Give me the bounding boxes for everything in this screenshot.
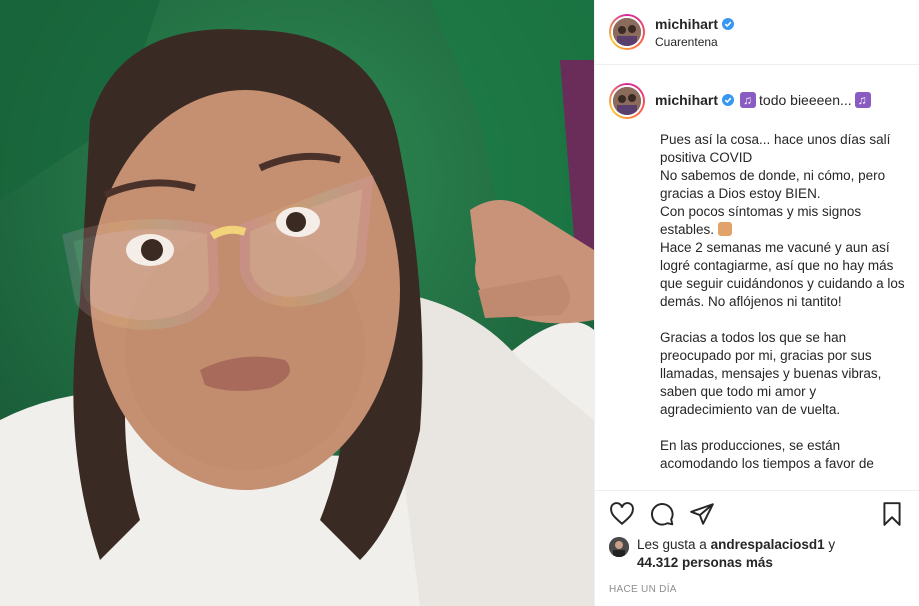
caption-text: Pues así la cosa... hace unos días salí … — [660, 131, 905, 473]
praying-hands-emoji-icon — [717, 222, 732, 236]
music-note-emoji-icon — [740, 92, 757, 108]
caption-title: todo bieeeen... — [759, 92, 852, 108]
avatar-image — [611, 85, 643, 117]
bookmark-icon — [883, 501, 901, 526]
caption-paragraph: En las producciones, se están acomodando… — [660, 437, 905, 473]
caption-line: No sabemos de donde, ni cómo, pero graci… — [660, 168, 886, 201]
comment-icon — [651, 502, 674, 526]
comments-section: michihart todo bieeeen... Pues así la co… — [595, 65, 919, 490]
caption-paragraph: Pues así la cosa... hace unos días salí … — [660, 131, 905, 311]
post-photo[interactable] — [0, 0, 594, 606]
caption-line: Hace 2 semanas me vacuné y aun así logré… — [660, 240, 905, 309]
post-header: michihart Cuarentena — [595, 0, 919, 65]
comment-button[interactable] — [649, 501, 675, 527]
caption-line: Gracias a todos los que se han preocupad… — [660, 330, 882, 417]
music-note-emoji-icon — [854, 92, 871, 108]
instagram-post: michihart Cuarentena michihart todo biee… — [0, 0, 919, 606]
location-link[interactable]: Cuarentena — [655, 35, 734, 49]
likes-summary: Les gusta a andrespalaciosd1 y 44.312 pe… — [595, 536, 919, 576]
post-side-panel: michihart Cuarentena michihart todo biee… — [594, 0, 919, 606]
caption-header: michihart todo bieeeen... — [609, 83, 905, 119]
profile-avatar[interactable] — [609, 14, 645, 50]
verified-badge-icon — [722, 17, 735, 30]
username-link[interactable]: michihart — [655, 16, 718, 32]
caption-line: En las producciones, se están acomodando… — [660, 438, 874, 471]
caption-line: Pues así la cosa... hace unos días salí … — [660, 132, 891, 165]
verified-badge-icon — [722, 94, 735, 106]
likes-conjunction: y — [828, 537, 836, 552]
action-bar — [595, 490, 919, 536]
likes-count-link[interactable]: 44.312 personas más — [637, 555, 773, 570]
likes-prefix: Les gusta a — [637, 537, 707, 552]
save-button[interactable] — [879, 501, 905, 527]
avatar-image — [611, 16, 643, 48]
caption-avatar[interactable] — [609, 83, 645, 119]
liker-avatar[interactable] — [609, 537, 629, 557]
heart-icon — [610, 501, 634, 525]
caption-username[interactable]: michihart — [655, 91, 718, 109]
post-timestamp[interactable]: HACE UN DÍA — [595, 576, 919, 606]
liker-username-link[interactable]: andrespalaciosd1 — [711, 537, 825, 552]
caption-paragraph: Gracias a todos los que se han preocupad… — [660, 329, 905, 419]
caption-line: Con pocos síntomas y mis signos estables… — [660, 204, 862, 237]
share-icon — [690, 502, 714, 525]
share-button[interactable] — [689, 501, 715, 527]
like-button[interactable] — [609, 501, 635, 527]
selfie-image — [0, 0, 594, 606]
